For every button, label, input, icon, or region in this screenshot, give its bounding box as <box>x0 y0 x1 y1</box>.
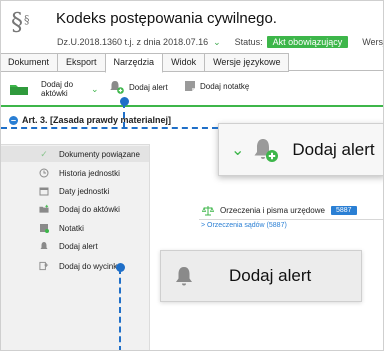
bell-icon <box>39 241 49 251</box>
court-rulings-link[interactable]: > Orzeczenia sądów (5887) <box>201 222 287 229</box>
add-alert-button[interactable]: Dodaj alert <box>109 80 168 94</box>
tab-widok[interactable]: Widok <box>162 53 206 72</box>
clock-icon <box>39 168 49 178</box>
chevron-down-icon: ⌄ <box>231 141 245 159</box>
version-label[interactable]: Wersja <box>362 37 383 47</box>
folder-icon <box>10 85 28 95</box>
collapse-icon[interactable]: – <box>9 115 18 125</box>
document-title: Kodeks postępowania cywilnego. <box>56 10 277 27</box>
add-alert-menu-callout: Dodaj alert <box>160 250 362 302</box>
add-alert-callout: ⌄ Dodaj alert <box>218 123 383 176</box>
add-note-button[interactable]: Dodaj notatkę <box>184 80 249 92</box>
act-logo-icon: §§ <box>11 8 30 36</box>
section-divider <box>199 219 383 220</box>
menu-item-label: Dodaj do aktówki <box>59 204 120 214</box>
menu-item-dates[interactable]: Daty jednostki <box>1 183 149 199</box>
tab-dokument[interactable]: Dokument <box>1 53 59 72</box>
toolbar-separator <box>1 105 383 107</box>
menu-item-add-alert[interactable]: Dodaj alert <box>1 238 149 254</box>
document-meta: Dz.U.2018.1360 t.j. z dnia 2018.07.16 ⌄ … <box>57 36 383 48</box>
clip-icon <box>39 261 49 271</box>
document-window: §§ Kodeks postępowania cywilnego. Dz.U.2… <box>0 0 384 351</box>
tab-narzedzia[interactable]: Narzędzia <box>104 53 164 73</box>
pointer-line <box>123 102 125 128</box>
pointer-line <box>1 127 218 129</box>
briefcase-label-line1: Dodaj do <box>41 80 74 89</box>
callout-label: Dodaj alert <box>292 139 375 159</box>
pointer-line <box>119 268 121 350</box>
menu-item-label: Dodaj alert <box>59 241 98 251</box>
chevron-down-icon[interactable]: ⌄ <box>213 37 221 48</box>
check-icon: ✓ <box>40 148 48 159</box>
menu-item-label: Historia jednostki <box>59 168 120 178</box>
menu-item-add-to-briefcase[interactable]: Dodaj do aktówki <box>1 201 149 217</box>
bell-icon <box>176 267 192 286</box>
menu-item-label: Dodaj do wycinka <box>59 261 122 271</box>
menu-item-add-to-clipping[interactable]: Dodaj do wycinka <box>1 258 149 274</box>
add-note-label: Dodaj notatkę <box>200 81 250 91</box>
menu-item-label: Dokumenty powiązane <box>59 149 140 159</box>
rulings-label: Orzeczenia i pisma urzędowe <box>220 206 325 215</box>
article-title: Art. 3. [Zasada prawdy materialnej] <box>22 115 172 125</box>
note-icon <box>39 223 49 233</box>
add-alert-label: Dodaj alert <box>129 82 168 92</box>
rulings-count-badge: 5887 <box>330 206 357 215</box>
bell-plus-icon <box>110 81 124 94</box>
bell-plus-icon <box>254 138 279 162</box>
rulings-section[interactable]: Orzeczenia i pisma urzędowe 5887 <box>202 205 357 216</box>
tab-wersje-jezykowe[interactable]: Wersje językowe <box>204 53 290 72</box>
tab-bar: Dokument Eksport Narzędzia Widok Wersje … <box>1 53 290 73</box>
menu-item-label: Daty jednostki <box>59 186 110 196</box>
menu-item-related-documents[interactable]: ✓ Dokumenty powiązane <box>1 146 149 162</box>
publication-reference: Dz.U.2018.1360 t.j. z dnia 2018.07.16 <box>57 37 209 47</box>
calendar-icon <box>39 186 49 196</box>
tab-eksport[interactable]: Eksport <box>57 53 106 72</box>
menu-item-history[interactable]: Historia jednostki <box>1 165 149 181</box>
menu-item-notes[interactable]: Notatki <box>1 220 149 236</box>
note-icon <box>185 81 195 91</box>
callout-label: Dodaj alert <box>229 266 312 285</box>
menu-item-label: Notatki <box>59 223 84 233</box>
status-label: Status: <box>234 37 263 47</box>
status-badge: Akt obowiązujący <box>266 36 349 48</box>
scales-icon <box>202 206 214 216</box>
article-heading[interactable]: – Art. 3. [Zasada prawdy materialnej] <box>9 115 171 125</box>
folder-add-icon <box>39 204 49 214</box>
chevron-down-icon[interactable]: ⌄ <box>91 84 99 94</box>
add-to-briefcase-button[interactable]: Dodaj do aktówki ⌄ <box>9 80 99 98</box>
briefcase-label-line2: aktówki <box>41 89 68 98</box>
